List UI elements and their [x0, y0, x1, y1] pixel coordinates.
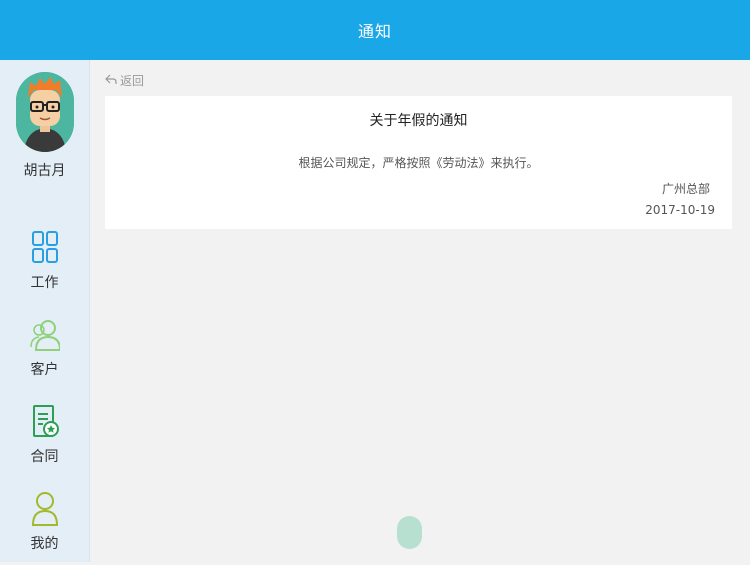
notice-title: 关于年假的通知 [369, 113, 468, 129]
sidebar: 胡古月 工作 客户 合同 我的 [0, 60, 90, 562]
nav-item-label: 我的 [30, 536, 59, 552]
nav-item-customers[interactable]: 客户 [0, 317, 89, 391]
page-title: 通知 [357, 22, 392, 41]
back-link[interactable]: 返回 [105, 72, 144, 89]
notice-card: 关于年假的通知 根据公司规定，严格按照《劳动法》来执行。 广州总部 2017-1… [105, 96, 732, 229]
back-arrow-icon [105, 73, 117, 88]
avatar[interactable] [16, 72, 74, 152]
notice-body: 根据公司规定，严格按照《劳动法》来执行。 [298, 156, 539, 170]
nav-item-contract[interactable]: 合同 [0, 404, 89, 478]
nav-item-work[interactable]: 工作 [0, 230, 89, 304]
notice-date: 2017-10-19 [645, 203, 715, 217]
nav-item-label: 客户 [30, 362, 59, 378]
nav-item-profile[interactable]: 我的 [0, 491, 89, 565]
contract-icon [30, 404, 60, 440]
nav-item-label: 合同 [30, 449, 59, 465]
user-name: 胡古月 [23, 163, 66, 179]
back-label: 返回 [120, 74, 145, 88]
nav-item-label: 工作 [30, 275, 59, 291]
customers-icon [30, 317, 62, 353]
notice-org: 广州总部 [661, 182, 710, 196]
floating-action-button[interactable] [397, 516, 422, 549]
grid-icon [30, 230, 60, 266]
app-header: 通知 [0, 0, 750, 60]
profile-icon [30, 491, 60, 527]
